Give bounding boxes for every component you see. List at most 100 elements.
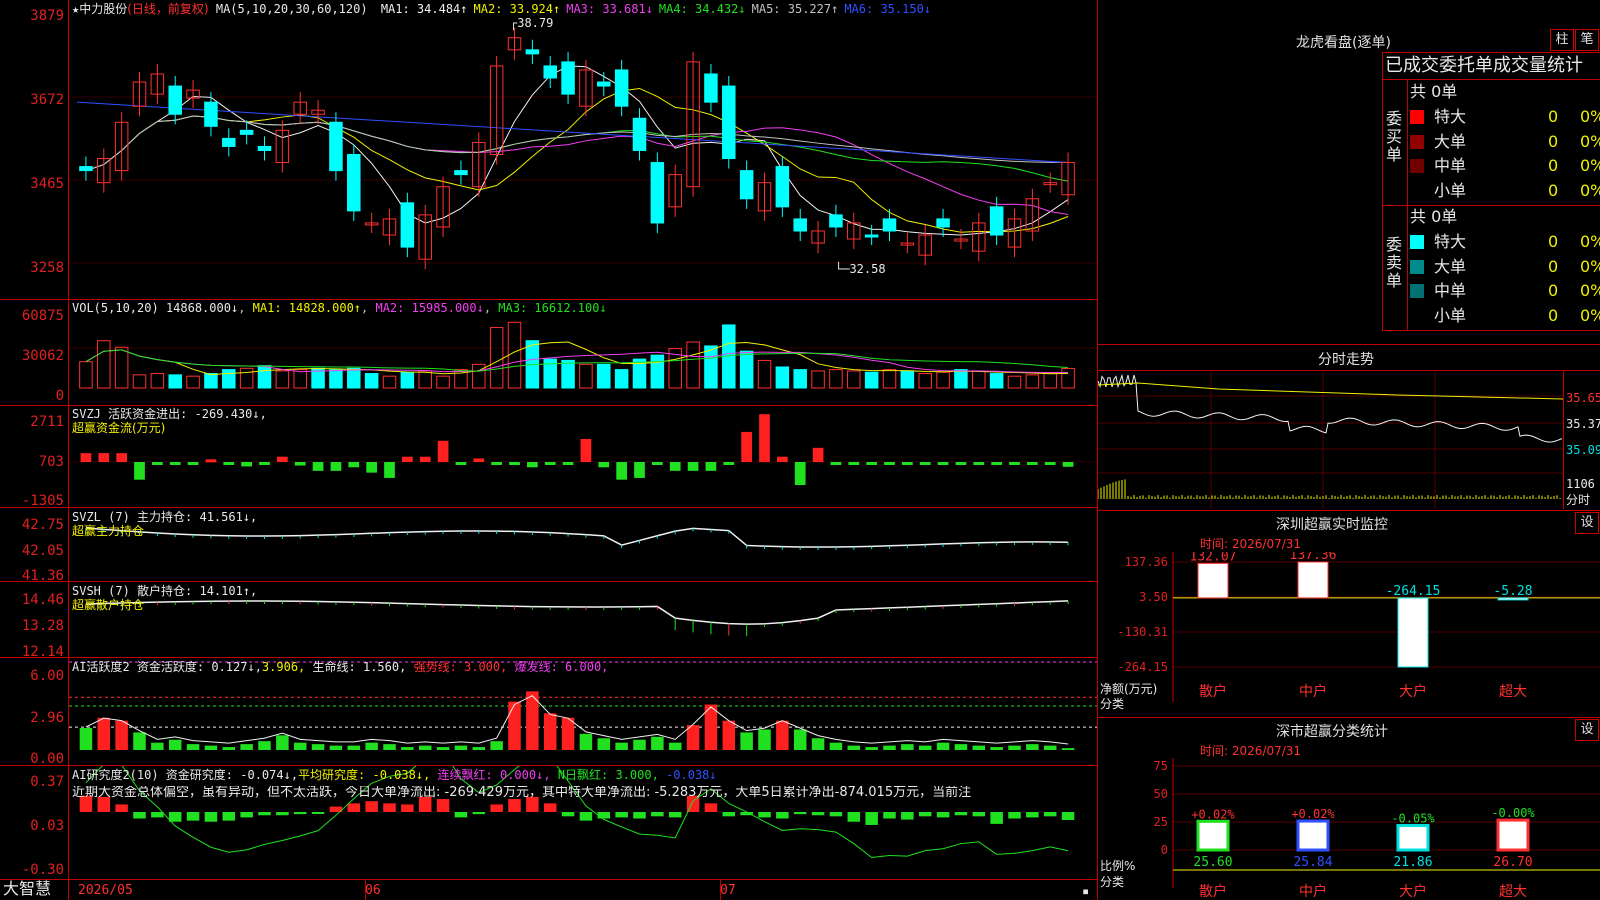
volume-bar xyxy=(650,354,665,389)
activity-bar xyxy=(740,732,753,750)
y-tick: 0 xyxy=(55,388,64,404)
research-chart[interactable] xyxy=(69,766,1097,879)
flow-bar xyxy=(116,453,127,462)
order-size: 大单 xyxy=(1434,131,1467,151)
research-bar xyxy=(865,812,878,825)
candle-body xyxy=(739,170,754,200)
order-count: 0 xyxy=(1548,131,1559,151)
flow-bar xyxy=(652,462,663,465)
flow-bar xyxy=(580,438,592,462)
activity-bar xyxy=(311,744,325,750)
activity-line xyxy=(85,695,1069,745)
flow-bar xyxy=(848,462,860,465)
stock-name[interactable]: 中力股份 xyxy=(79,2,127,16)
svsh-title: SVSH (7) 散户持仓: 14.101↑, xyxy=(72,584,258,598)
period-mode[interactable]: (日线，前复权) xyxy=(127,2,208,16)
swatch xyxy=(1410,259,1424,274)
activity-bar xyxy=(222,747,236,750)
research-bar xyxy=(240,812,253,818)
activity-bar xyxy=(633,739,646,750)
monitor-y-tick: 3.50 xyxy=(1139,590,1168,604)
y-tick: 2.96 xyxy=(30,710,64,726)
volume-bar xyxy=(918,373,932,389)
research-bar xyxy=(168,812,182,822)
volume-chart[interactable] xyxy=(69,300,1097,405)
classify-pct: +0.02% xyxy=(1291,807,1335,821)
flow-bar xyxy=(937,462,949,465)
research-bar xyxy=(151,812,164,818)
monitor-category: 大户 xyxy=(1399,683,1427,700)
swatch xyxy=(1410,183,1424,198)
y-tick: 3879 xyxy=(30,8,64,24)
fund-flow-chart[interactable] xyxy=(69,406,1097,507)
monitor-y-tick: 137.36 xyxy=(1125,555,1168,569)
brand-label[interactable]: 大智慧 xyxy=(3,881,51,897)
monitor-bar xyxy=(1397,597,1429,668)
volume-bar xyxy=(507,321,522,389)
flow-bar xyxy=(723,462,735,465)
retail-holding-line xyxy=(85,600,1069,625)
activity-bar xyxy=(1061,748,1075,750)
research-bar xyxy=(347,803,361,812)
ma-value-5: MA5: 35.227↑ xyxy=(751,2,839,16)
research-bar xyxy=(472,812,486,815)
activity-bar xyxy=(168,739,182,750)
classify-value: 25.60 xyxy=(1193,855,1232,870)
research-bar xyxy=(722,812,736,817)
ma5-line xyxy=(85,65,1069,236)
activity-bar xyxy=(151,742,164,750)
classify-settings-button[interactable]: 设 xyxy=(1575,719,1599,741)
order-row: 特大 0 0% xyxy=(1410,231,1600,253)
bar-view-button[interactable]: 柱 xyxy=(1550,29,1574,51)
lock-icon[interactable]: ▪ xyxy=(1082,884,1089,898)
svzl-title: SVZL (7) 主力持仓: 41.561↓, xyxy=(72,510,258,524)
sell-total: 共 0单 xyxy=(1410,207,1458,226)
flow-bar xyxy=(562,462,574,465)
flow-bar xyxy=(669,462,681,471)
order-pct: 0% xyxy=(1580,256,1600,276)
volume-bar xyxy=(114,346,129,389)
ma-def: MA(5,10,20,30,60,120) xyxy=(215,2,368,16)
flow-bar xyxy=(812,447,824,462)
swatch xyxy=(1410,308,1424,323)
candle-body xyxy=(222,137,236,147)
volume-bar xyxy=(382,375,397,389)
flow-bar xyxy=(1062,462,1074,467)
y-tick: 3672 xyxy=(30,92,64,108)
activity-bar xyxy=(293,742,307,750)
y-tick: -1305 xyxy=(21,493,64,509)
volume-bar xyxy=(400,371,415,389)
order-pct: 0% xyxy=(1580,180,1600,200)
tick-view-button[interactable]: 笔 xyxy=(1575,29,1599,51)
monitor-y-unit: 净额(万元) xyxy=(1100,682,1158,696)
candlestick-chart[interactable] xyxy=(69,0,1097,299)
swatch xyxy=(1410,159,1424,173)
y-tick: 0.03 xyxy=(30,818,64,834)
activity-chart[interactable] xyxy=(69,658,1097,765)
intraday-chart[interactable] xyxy=(1098,371,1563,509)
research-bar xyxy=(133,812,146,819)
timeline-label: 06 xyxy=(365,883,381,898)
volume-bar xyxy=(614,369,629,389)
activity-bar xyxy=(186,744,200,750)
activity-bar xyxy=(97,717,111,750)
y-tick: 60875 xyxy=(21,308,64,324)
flow-bar xyxy=(205,459,217,463)
order-pct: 0% xyxy=(1580,131,1600,151)
flow-bar xyxy=(98,453,110,462)
swatch xyxy=(1410,235,1424,249)
volume-bar xyxy=(222,369,236,389)
order-row: 特大 0 0% xyxy=(1410,106,1600,128)
ma-value-2: MA2: 33.924↑ xyxy=(473,2,561,16)
ma10-line xyxy=(85,87,1069,233)
activity-bar xyxy=(490,741,503,750)
activity-bar xyxy=(204,745,218,750)
volume-bar xyxy=(775,366,790,389)
low-price-mark: └─32.58 xyxy=(835,262,886,276)
volume-bar xyxy=(936,371,950,389)
volume-bar xyxy=(489,327,504,389)
y-tick: 41.36 xyxy=(21,568,64,584)
monitor-settings-button[interactable]: 设 xyxy=(1575,512,1599,534)
activity-bar xyxy=(133,732,146,750)
candle-body xyxy=(829,214,843,228)
